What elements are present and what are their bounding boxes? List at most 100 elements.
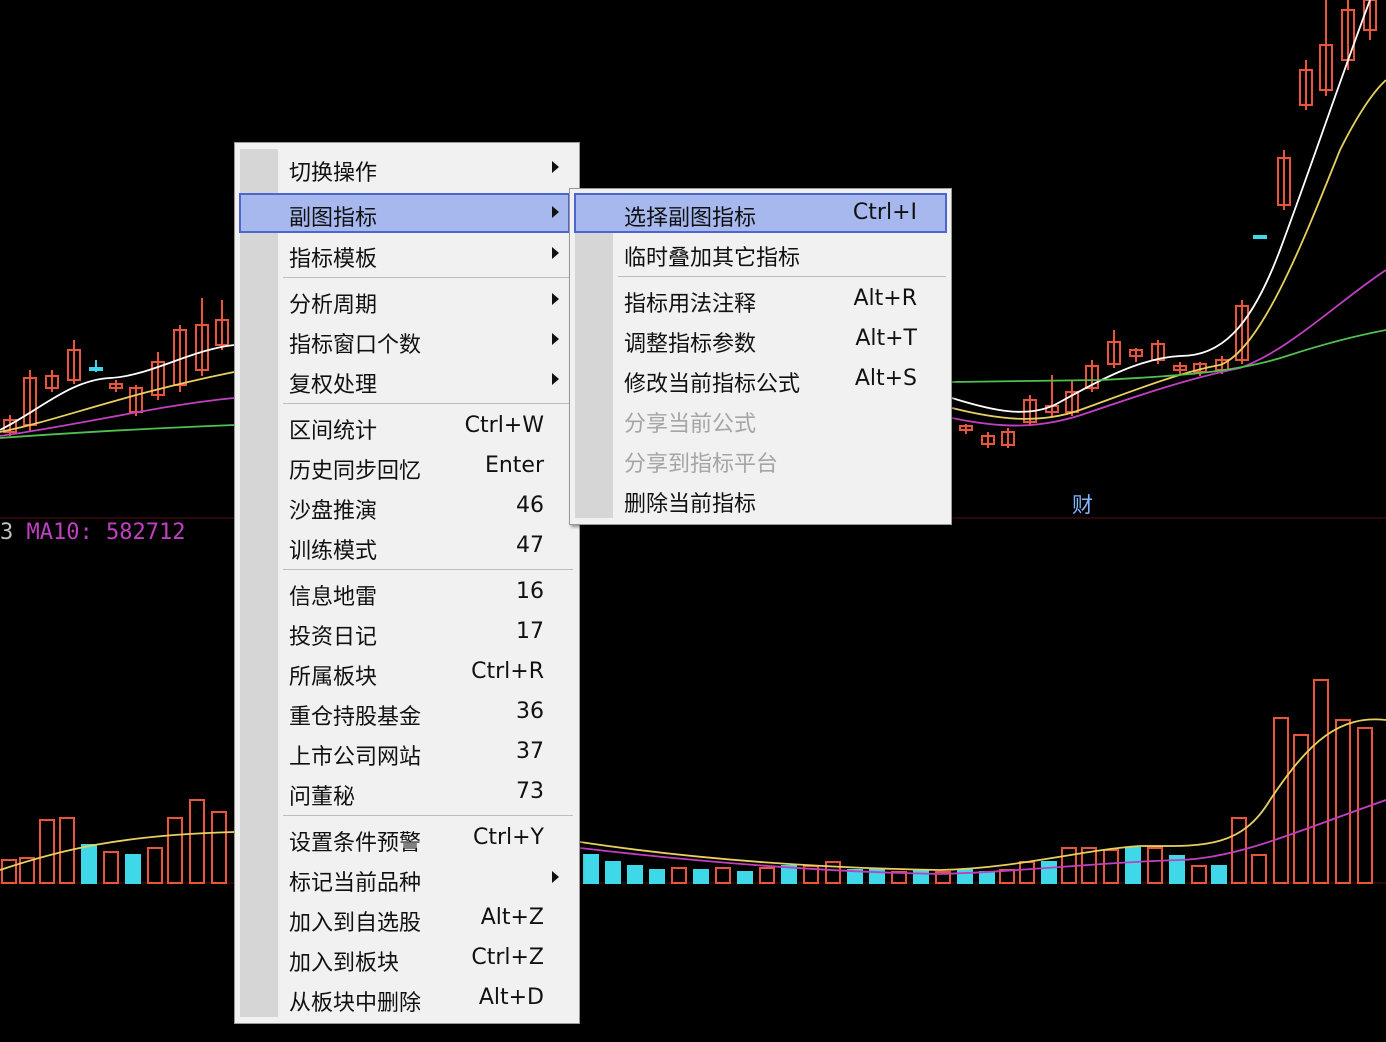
sub_menu-item-1[interactable]: 临时叠加其它指标 — [574, 233, 947, 273]
finance-marker[interactable]: 财 — [1072, 489, 1093, 519]
main_menu-item-label: 区间统计 — [289, 419, 378, 444]
submenu-arrow-icon — [552, 373, 559, 385]
main_menu-item-9[interactable]: 训练模式 47 — [239, 526, 570, 566]
main_menu-item-shortcut: 47 — [516, 533, 544, 558]
sub_menu-item-shortcut: Alt+T — [855, 326, 917, 351]
main_menu-item-5[interactable]: 复权处理 — [239, 360, 570, 400]
main_menu-item-19[interactable]: 加入到板块 Ctrl+Z — [239, 938, 570, 978]
main_menu-item-label: 所属板块 — [289, 665, 378, 690]
sub_menu-item-label: 选择副图指标 — [624, 206, 757, 231]
main_menu-item-label: 指标模板 — [289, 247, 378, 272]
main_menu-item-label: 沙盘推演 — [289, 499, 378, 524]
main_menu-item-0[interactable]: 切换操作 — [239, 148, 570, 188]
main_menu-item-18[interactable]: 加入到自选股 Alt+Z — [239, 898, 570, 938]
sub_menu-item-shortcut: Ctrl+I — [852, 200, 917, 225]
menu-separator — [283, 569, 573, 570]
volume-bar — [1251, 854, 1267, 884]
volume-bar — [1335, 719, 1351, 884]
main_menu-item-label: 加入到板块 — [289, 951, 400, 976]
main_menu-item-20[interactable]: 从板块中删除 Alt+D — [239, 978, 570, 1018]
main_menu-item-13[interactable]: 重仓持股基金 36 — [239, 692, 570, 732]
main_menu-item-1[interactable]: 副图指标 — [239, 193, 570, 233]
main_menu-item-16[interactable]: 设置条件预警 Ctrl+Y — [239, 818, 570, 858]
main_menu-item-label: 副图指标 — [289, 206, 378, 231]
sub_menu-item-4[interactable]: 修改当前指标公式 Alt+S — [574, 359, 947, 399]
volume-bar — [671, 867, 687, 884]
main_menu-item-shortcut: Ctrl+R — [471, 659, 544, 684]
sub_menu-item-shortcut: Alt+R — [853, 286, 917, 311]
sub_menu-item-label: 修改当前指标公式 — [624, 372, 801, 397]
main_menu-item-shortcut: 46 — [516, 493, 544, 518]
main_menu-item-label: 信息地雷 — [289, 585, 378, 610]
sub_menu-item-label: 分享当前公式 — [624, 412, 757, 437]
moving-average-line — [0, 718, 1386, 871]
volume-bar — [715, 867, 731, 884]
volume-bar — [211, 811, 227, 884]
sub_menu-item-0[interactable]: 选择副图指标 Ctrl+I — [574, 193, 947, 233]
volume-bar — [1041, 861, 1057, 884]
main_menu-item-label: 分析周期 — [289, 293, 378, 318]
main_menu-item-label: 问董秘 — [289, 785, 356, 810]
main_menu-item-shortcut: 36 — [516, 699, 544, 724]
submenu-arrow-icon — [552, 161, 559, 173]
main_menu-item-8[interactable]: 沙盘推演 46 — [239, 486, 570, 526]
ma-prefix: 3 — [0, 520, 14, 545]
main_menu-item-10[interactable]: 信息地雷 16 — [239, 572, 570, 612]
sub_menu-item-label: 调整指标参数 — [624, 332, 757, 357]
main_menu-item-2[interactable]: 指标模板 — [239, 234, 570, 274]
menu-separator — [618, 276, 946, 277]
main_menu-item-label: 历史同步回忆 — [289, 459, 422, 484]
volume-bar — [605, 861, 621, 884]
menu-separator — [283, 815, 573, 816]
main_menu-item-label: 从板块中删除 — [289, 991, 422, 1016]
submenu-arrow-icon — [552, 293, 559, 305]
sub_menu-item-label: 删除当前指标 — [624, 492, 757, 517]
main_menu-item-label: 重仓持股基金 — [289, 705, 422, 730]
volume-bar — [1019, 861, 1035, 884]
sub_menu-item-5: 分享当前公式 — [574, 399, 947, 439]
main_menu-item-12[interactable]: 所属板块 Ctrl+R — [239, 652, 570, 692]
main_menu-item-7[interactable]: 历史同步回忆 Enter — [239, 446, 570, 486]
main_menu-item-shortcut: Alt+D — [478, 985, 544, 1010]
sub_menu-item-label: 指标用法注释 — [624, 292, 757, 317]
main_menu-item-label: 训练模式 — [289, 539, 378, 564]
main_menu-item-4[interactable]: 指标窗口个数 — [239, 320, 570, 360]
volume-bar — [1211, 865, 1227, 884]
volume-bar — [627, 865, 643, 884]
submenu-arrow-icon — [552, 333, 559, 345]
volume-bar — [39, 819, 55, 884]
volume-bar — [693, 869, 709, 884]
candle-body — [1253, 235, 1267, 239]
submenu-arrow-icon — [552, 247, 559, 259]
main_menu-item-3[interactable]: 分析周期 — [239, 280, 570, 320]
volume-bar — [189, 799, 205, 884]
main_menu-item-15[interactable]: 问董秘 73 — [239, 772, 570, 812]
main_menu-item-label: 设置条件预警 — [289, 831, 422, 856]
volume-bar — [649, 869, 665, 884]
volume-bar — [167, 817, 183, 884]
main_menu-item-17[interactable]: 标记当前品种 — [239, 858, 570, 898]
main_menu-item-11[interactable]: 投资日记 17 — [239, 612, 570, 652]
sub_menu-item-6: 分享到指标平台 — [574, 439, 947, 479]
main_menu-item-shortcut: 17 — [516, 619, 544, 644]
main_menu-item-6[interactable]: 区间统计 Ctrl+W — [239, 406, 570, 446]
main_menu-item-label: 切换操作 — [289, 161, 378, 186]
main_menu-item-14[interactable]: 上市公司网站 37 — [239, 732, 570, 772]
menu-separator — [283, 403, 573, 404]
sub_menu-item-2[interactable]: 指标用法注释 Alt+R — [574, 279, 947, 319]
volume-bar — [1103, 849, 1119, 884]
volume-bar — [147, 847, 163, 884]
sub_menu-item-shortcut: Alt+S — [854, 366, 917, 391]
main_menu-item-shortcut: Ctrl+W — [464, 413, 544, 438]
menu-separator — [283, 277, 573, 278]
volume-bar — [1125, 847, 1141, 884]
main_menu-item-label: 加入到自选股 — [289, 911, 422, 936]
volume-bar — [81, 844, 97, 884]
sub_menu-item-3[interactable]: 调整指标参数 Alt+T — [574, 319, 947, 359]
main_menu-item-shortcut: 16 — [516, 579, 544, 604]
main_menu-item-shortcut: 73 — [516, 779, 544, 804]
sub_menu-item-7[interactable]: 删除当前指标 — [574, 479, 947, 519]
volume-bar — [759, 867, 775, 884]
indicator-submenu: 选择副图指标 Ctrl+I 临时叠加其它指标指标用法注释 Alt+R 调整指标参数 Alt… — [569, 188, 952, 525]
main_menu-item-label: 标记当前品种 — [289, 871, 422, 896]
